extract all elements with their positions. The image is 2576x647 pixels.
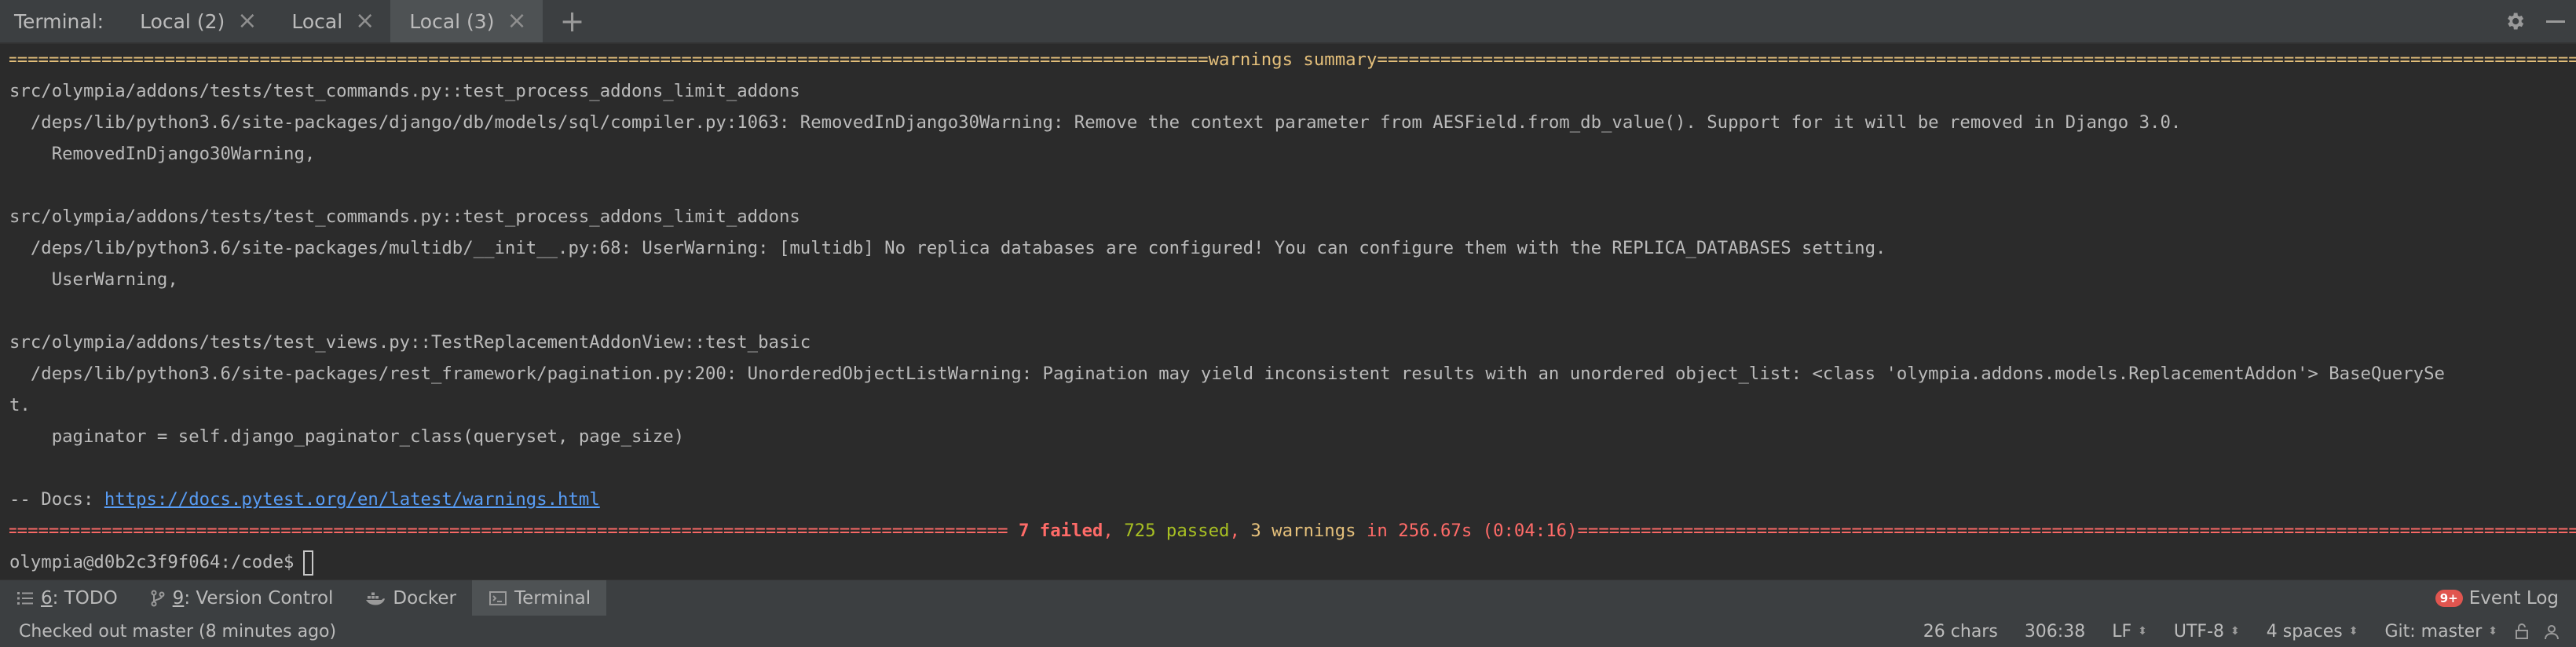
version-control-tool-button[interactable]: 9: Version Control	[134, 580, 349, 616]
indent-value: 4 spaces	[2266, 621, 2343, 642]
passed-count: 725 passed	[1124, 521, 1230, 541]
output-line: /deps/lib/python3.6/site-packages/multid…	[9, 238, 1886, 258]
notification-badge: 9+	[2435, 590, 2463, 607]
gear-icon[interactable]	[2504, 10, 2526, 32]
inspector-icon[interactable]	[2543, 623, 2560, 640]
todo-list-icon	[17, 592, 33, 605]
close-icon[interactable]: ×	[507, 9, 526, 33]
encoding-widget[interactable]: UTF-8 ⬍	[2174, 622, 2240, 642]
tab-label: Local	[291, 9, 343, 33]
line-separator-widget[interactable]: LF ⬍	[2112, 622, 2147, 642]
tab-local-2[interactable]: Local (2) ×	[121, 0, 273, 42]
tab-label: Local (3)	[409, 9, 495, 33]
text-cursor	[303, 550, 314, 576]
result-summary-separator: ========================================…	[9, 515, 2576, 546]
docs-line: -- Docs: https://docs.pytest.org/en/late…	[9, 484, 2576, 515]
tab-local[interactable]: Local ×	[273, 0, 390, 42]
terminal-tab-bar: Terminal: Local (2) × Local × Local (3) …	[0, 0, 2576, 44]
docker-icon	[366, 592, 386, 605]
selection-chars: 26 chars	[1923, 621, 1998, 642]
output-line: RemovedInDjango30Warning,	[9, 144, 316, 164]
output-line: src/olympia/addons/tests/test_commands.p…	[9, 81, 800, 101]
version-control-shortcut-key: 9	[172, 588, 185, 609]
updown-arrows-icon: ⬍	[2488, 625, 2497, 638]
shell-prompt: olympia@d0b2c3f9f064:/code$	[9, 552, 295, 572]
branch-icon	[151, 590, 165, 607]
terminal-output[interactable]: ========================================…	[0, 44, 2576, 579]
docs-link[interactable]: https://docs.pytest.org/en/latest/warnin…	[104, 489, 600, 510]
event-log-button[interactable]: 9+ Event Log	[2435, 580, 2559, 616]
tab-local-3[interactable]: Local (3) ×	[390, 0, 543, 42]
docs-prefix: -- Docs:	[9, 489, 104, 510]
output-line: src/olympia/addons/tests/test_views.py::…	[9, 332, 811, 353]
add-tab-icon[interactable]: +	[560, 6, 585, 36]
updown-arrows-icon: ⬍	[2230, 625, 2240, 638]
output-line: paginator = self.django_paginator_class(…	[9, 426, 685, 447]
equals-rule: ========================================…	[9, 49, 1209, 70]
equals-rule: ========================================…	[9, 521, 1008, 541]
todo-shortcut-key: 6	[41, 588, 53, 609]
result-separator: ,	[1229, 521, 1251, 541]
event-log-label: Event Log	[2468, 588, 2559, 609]
output-line: /deps/lib/python3.6/site-packages/django…	[9, 112, 2182, 133]
encoding-value: UTF-8	[2173, 621, 2225, 642]
status-message[interactable]: Checked out master (8 minutes ago)	[19, 622, 336, 642]
output-line: src/olympia/addons/tests/test_commands.p…	[9, 207, 800, 227]
todo-label: : TODO	[52, 588, 118, 609]
warnings-summary-title: warnings summary	[1208, 49, 1378, 70]
lock-icon[interactable]	[2515, 623, 2529, 640]
version-control-label: : Version Control	[184, 588, 334, 609]
tool-window-bar: 6: TODO 9: Version Control Docker Termin…	[0, 579, 2576, 616]
docker-label: Docker	[393, 588, 456, 609]
minimize-icon[interactable]	[2546, 20, 2565, 23]
line-separator-value: LF	[2112, 621, 2132, 642]
terminal-tool-button[interactable]: Terminal	[471, 580, 607, 616]
result-summary: 7 failed, 725 passed, 3 warnings in 256.…	[1008, 515, 1578, 546]
equals-rule: ========================================…	[1577, 521, 2576, 541]
terminal-label: Terminal	[514, 588, 591, 609]
output-line: UserWarning,	[9, 269, 178, 290]
docker-tool-button[interactable]: Docker	[349, 580, 472, 616]
indent-widget[interactable]: 4 spaces ⬍	[2267, 622, 2358, 642]
tool-window-actions	[2504, 0, 2576, 42]
updown-arrows-icon: ⬍	[2138, 625, 2147, 638]
equals-rule: ========================================…	[1377, 49, 2576, 70]
todo-tool-button[interactable]: 6: TODO	[0, 580, 134, 616]
caret-position[interactable]: 306:38	[2025, 622, 2085, 642]
output-line: /deps/lib/python3.6/site-packages/rest_f…	[9, 364, 2445, 384]
git-branch-widget[interactable]: Git: master ⬍	[2384, 622, 2497, 642]
tab-label: Local (2)	[140, 9, 225, 33]
status-widgets: 26 chars 306:38 LF ⬍ UTF-8 ⬍ 4 spaces ⬍ Git…	[1897, 616, 2560, 647]
terminal-icon	[488, 591, 507, 605]
git-branch-value: Git: master	[2384, 621, 2483, 642]
output-line: t.	[9, 395, 31, 415]
close-icon[interactable]: ×	[237, 9, 257, 33]
warnings-count: 3 warnings	[1250, 521, 1356, 541]
result-separator: ,	[1103, 521, 1125, 541]
status-bar: Checked out master (8 minutes ago) 26 ch…	[0, 616, 2576, 647]
updown-arrows-icon: ⬍	[2348, 625, 2358, 638]
close-icon[interactable]: ×	[355, 9, 375, 33]
warnings-summary-separator: ========================================…	[9, 44, 2576, 75]
test-duration: in 256.67s (0:04:16)	[1356, 521, 1578, 541]
failed-count: 7 failed	[1018, 521, 1103, 541]
prompt-line[interactable]: olympia@d0b2c3f9f064:/code$	[9, 546, 2576, 578]
tool-window-title: Terminal:	[14, 9, 104, 33]
